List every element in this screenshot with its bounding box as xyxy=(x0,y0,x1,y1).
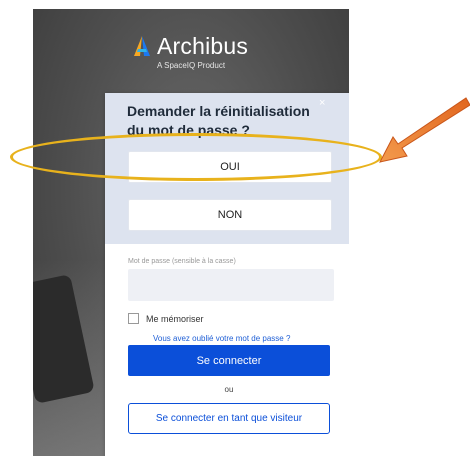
no-button[interactable]: NON xyxy=(128,199,332,231)
remember-label: Me mémoriser xyxy=(146,313,204,324)
password-field[interactable] xyxy=(128,269,334,301)
close-icon[interactable]: × xyxy=(319,97,325,109)
remember-checkbox[interactable] xyxy=(128,313,139,324)
archibus-logo: Archibus xyxy=(131,31,248,61)
login-screen: Archibus A SpaceIQ Product Demander la r… xyxy=(33,9,349,456)
archibus-logo-icon xyxy=(134,36,150,56)
pointer-arrow-icon xyxy=(379,97,470,163)
app-name: Archibus xyxy=(157,32,249,59)
or-separator: ou xyxy=(224,385,234,394)
guest-login-button[interactable]: Se connecter en tant que visiteur xyxy=(128,403,330,434)
highlight-ellipse xyxy=(10,133,382,181)
login-button[interactable]: Se connecter xyxy=(128,345,330,376)
password-label: Mot de passe (sensible à la casse) xyxy=(128,258,236,265)
forgot-password-link[interactable]: Vous avez oublié votre mot de passe ? xyxy=(153,334,290,343)
app-tagline: A SpaceIQ Product xyxy=(157,61,226,70)
remember-me[interactable]: Me mémoriser xyxy=(128,313,204,324)
